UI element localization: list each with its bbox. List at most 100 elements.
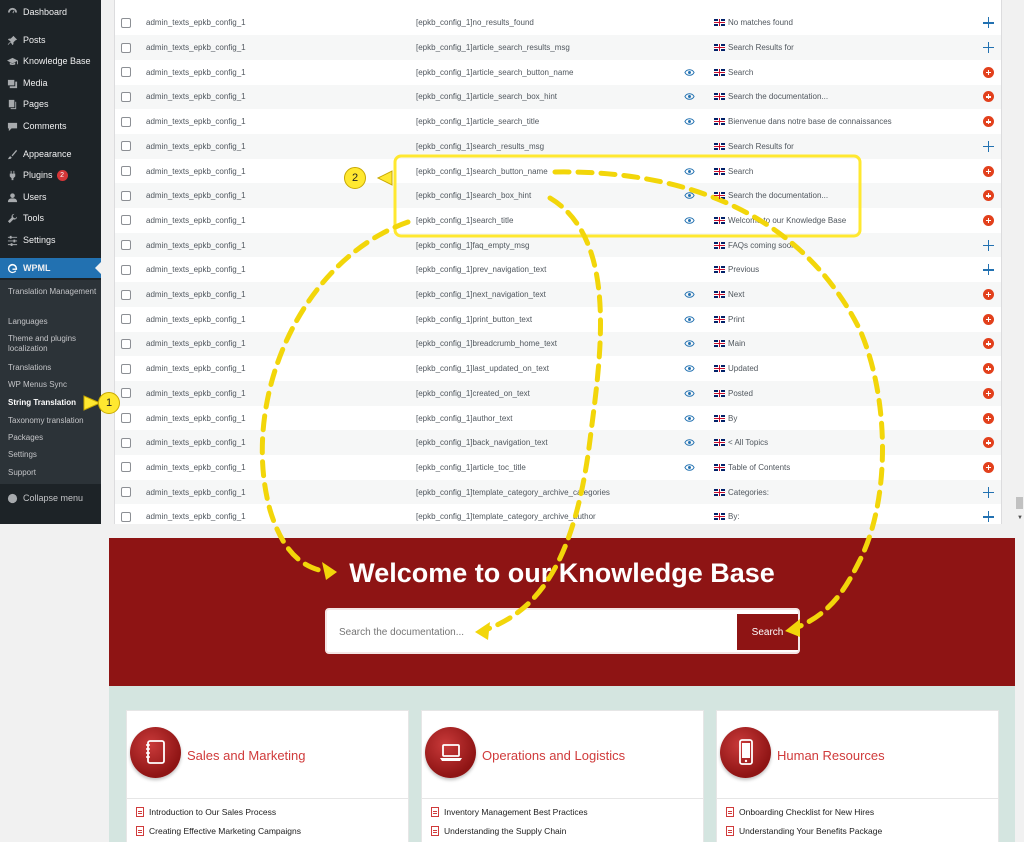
- add-translation-icon[interactable]: [983, 511, 994, 523]
- row-checkbox[interactable]: [121, 462, 131, 473]
- edit-translation-icon[interactable]: [983, 338, 994, 350]
- eye-icon[interactable]: [684, 363, 695, 374]
- row-checkbox[interactable]: [121, 190, 131, 201]
- category-title[interactable]: Operations and Logistics: [482, 748, 625, 763]
- row-checkbox[interactable]: [121, 388, 131, 399]
- row-checkbox[interactable]: [121, 338, 131, 349]
- scrollbar-thumb[interactable]: [1016, 497, 1023, 509]
- eye-icon[interactable]: [684, 413, 695, 424]
- category-title[interactable]: Human Resources: [777, 748, 885, 763]
- eye-icon[interactable]: [684, 91, 695, 102]
- plug-icon: [6, 169, 18, 181]
- submenu-languages[interactable]: Languages: [8, 317, 98, 327]
- string-domain: admin_texts_epkb_config_1: [146, 512, 246, 522]
- menu-users[interactable]: Users: [0, 190, 101, 204]
- add-translation-icon[interactable]: [983, 17, 994, 29]
- add-translation-icon[interactable]: [983, 486, 994, 498]
- add-translation-icon[interactable]: [983, 140, 994, 152]
- menu-label: Dashboard: [23, 7, 68, 17]
- edit-translation-icon[interactable]: [983, 165, 994, 177]
- row-checkbox[interactable]: [121, 215, 131, 226]
- submenu-translation-management[interactable]: Translation Management: [8, 287, 98, 297]
- row-checkbox[interactable]: [121, 437, 131, 448]
- eye-icon[interactable]: [684, 338, 695, 349]
- edit-translation-icon[interactable]: [983, 387, 994, 399]
- article-link[interactable]: Introduction to Our Sales Process: [136, 807, 276, 817]
- eye-icon[interactable]: [684, 388, 695, 399]
- article-link[interactable]: Understanding the Supply Chain: [431, 826, 566, 836]
- menu-comments[interactable]: Comments: [0, 119, 101, 133]
- row-checkbox[interactable]: [121, 116, 131, 127]
- submenu-support[interactable]: Support: [8, 468, 98, 478]
- menu-pages[interactable]: Pages: [0, 97, 101, 111]
- article-link[interactable]: Understanding Your Benefits Package: [726, 826, 882, 836]
- menu-appearance[interactable]: Appearance: [0, 147, 101, 161]
- document-icon: [726, 826, 734, 836]
- row-checkbox[interactable]: [121, 17, 131, 28]
- article-link[interactable]: Creating Effective Marketing Campaigns: [136, 826, 301, 836]
- submenu-theme-plugins-localization[interactable]: Theme and plugins localization: [8, 334, 98, 354]
- eye-icon[interactable]: [684, 166, 695, 177]
- row-checkbox[interactable]: [121, 141, 131, 152]
- row-checkbox[interactable]: [121, 240, 131, 251]
- eye-icon[interactable]: [684, 116, 695, 127]
- row-checkbox[interactable]: [121, 413, 131, 424]
- menu-wpml[interactable]: WPML: [0, 258, 101, 278]
- menu-tools[interactable]: Tools: [0, 211, 101, 225]
- eye-icon[interactable]: [684, 437, 695, 448]
- submenu-wp-menus-sync[interactable]: WP Menus Sync: [8, 380, 98, 390]
- scroll-down-arrow[interactable]: ▼: [1017, 515, 1023, 521]
- row-checkbox[interactable]: [121, 511, 131, 522]
- submenu-settings[interactable]: Settings: [8, 450, 98, 460]
- row-checkbox[interactable]: [121, 67, 131, 78]
- add-translation-icon[interactable]: [983, 42, 994, 54]
- submenu-taxonomy-translation[interactable]: Taxonomy translation: [8, 416, 98, 426]
- kb-search-input[interactable]: [339, 620, 729, 644]
- menu-knowledge-base[interactable]: Knowledge Base: [0, 54, 101, 68]
- category-title[interactable]: Sales and Marketing: [187, 748, 306, 763]
- article-link[interactable]: Onboarding Checklist for New Hires: [726, 807, 874, 817]
- eye-icon[interactable]: [684, 190, 695, 201]
- edit-translation-icon[interactable]: [983, 66, 994, 78]
- row-checkbox[interactable]: [121, 91, 131, 102]
- kb-search-button[interactable]: Search: [737, 614, 798, 650]
- edit-translation-icon[interactable]: [983, 412, 994, 424]
- category-card-hr[interactable]: Human Resources Onboarding Checklist for…: [716, 710, 999, 842]
- edit-translation-icon[interactable]: [983, 437, 994, 449]
- edit-translation-icon[interactable]: [983, 363, 994, 375]
- add-translation-icon[interactable]: [983, 264, 994, 276]
- collapse-menu[interactable]: Collapse menu: [0, 491, 101, 505]
- edit-translation-icon[interactable]: [983, 116, 994, 128]
- submenu-string-translation[interactable]: String Translation: [8, 398, 98, 408]
- menu-dashboard[interactable]: Dashboard: [0, 5, 101, 19]
- row-checkbox[interactable]: [121, 166, 131, 177]
- edit-translation-icon[interactable]: [983, 313, 994, 325]
- row-checkbox[interactable]: [121, 314, 131, 325]
- string-domain: admin_texts_epkb_config_1: [146, 166, 246, 176]
- menu-posts[interactable]: Posts: [0, 33, 101, 47]
- eye-icon[interactable]: [684, 67, 695, 78]
- eye-icon[interactable]: [684, 314, 695, 325]
- row-checkbox[interactable]: [121, 289, 131, 300]
- eye-icon[interactable]: [684, 462, 695, 473]
- row-checkbox[interactable]: [121, 487, 131, 498]
- add-translation-icon[interactable]: [983, 239, 994, 251]
- row-checkbox[interactable]: [121, 264, 131, 275]
- eye-icon[interactable]: [684, 215, 695, 226]
- category-card-operations[interactable]: Operations and Logistics Inventory Manag…: [421, 710, 704, 842]
- row-checkbox[interactable]: [121, 363, 131, 374]
- row-checkbox[interactable]: [121, 42, 131, 53]
- menu-media[interactable]: Media: [0, 76, 101, 90]
- category-card-sales[interactable]: Sales and Marketing Introduction to Our …: [126, 710, 409, 842]
- edit-translation-icon[interactable]: [983, 214, 994, 226]
- eye-icon[interactable]: [684, 289, 695, 300]
- edit-translation-icon[interactable]: [983, 289, 994, 301]
- article-link[interactable]: Inventory Management Best Practices: [431, 807, 588, 817]
- submenu-packages[interactable]: Packages: [8, 433, 98, 443]
- edit-translation-icon[interactable]: [983, 190, 994, 202]
- menu-plugins[interactable]: Plugins 2: [0, 168, 101, 182]
- edit-translation-icon[interactable]: [983, 461, 994, 473]
- edit-translation-icon[interactable]: [983, 91, 994, 103]
- submenu-translations[interactable]: Translations: [8, 363, 98, 373]
- menu-settings[interactable]: Settings: [0, 233, 101, 247]
